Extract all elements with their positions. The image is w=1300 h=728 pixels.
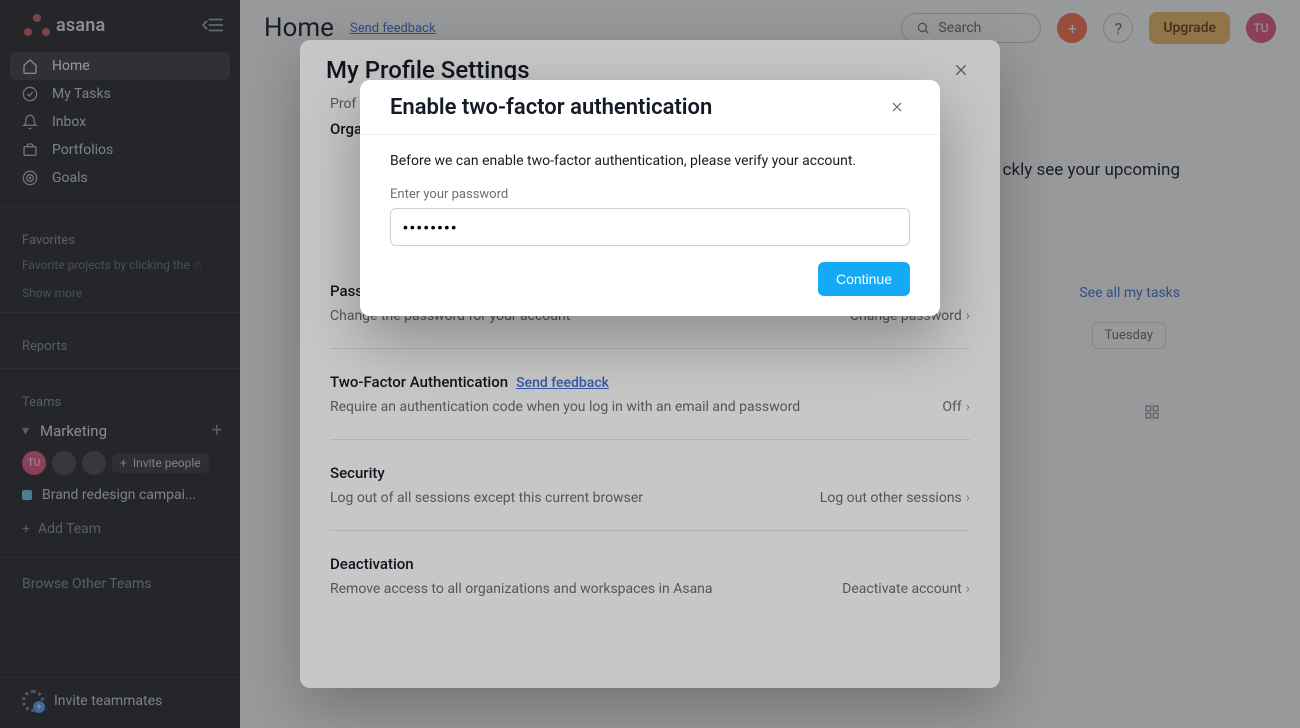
deactivation-desc: Remove access to all organizations and w… xyxy=(330,581,713,597)
chevron-right-icon: › xyxy=(966,581,970,597)
password-field-label: Enter your password xyxy=(390,187,910,202)
dialog-title: Enable two-factor authentication xyxy=(390,95,712,120)
chevron-right-icon: › xyxy=(966,399,970,415)
password-input[interactable] xyxy=(390,208,910,246)
enable-2fa-dialog: Enable two-factor authentication Before … xyxy=(360,80,940,316)
chevron-right-icon: › xyxy=(966,490,970,506)
tfa-heading: Two-Factor AuthenticationSend feedback xyxy=(330,373,970,391)
close-icon xyxy=(890,100,904,114)
tfa-toggle-link[interactable]: Off› xyxy=(942,399,970,415)
logout-sessions-link[interactable]: Log out other sessions› xyxy=(820,490,970,506)
close-icon xyxy=(953,62,969,78)
tfa-send-feedback-link[interactable]: Send feedback xyxy=(516,375,609,391)
deactivation-heading: Deactivation xyxy=(330,555,970,573)
close-settings-button[interactable] xyxy=(948,57,974,83)
chevron-right-icon: › xyxy=(966,308,970,324)
security-desc: Log out of all sessions except this curr… xyxy=(330,490,643,506)
dialog-body-text: Before we can enable two-factor authenti… xyxy=(390,153,910,169)
tfa-desc: Require an authentication code when you … xyxy=(330,399,800,415)
deactivate-account-link[interactable]: Deactivate account› xyxy=(842,581,970,597)
security-heading: Security xyxy=(330,464,970,482)
close-dialog-button[interactable] xyxy=(884,94,910,120)
continue-button[interactable]: Continue xyxy=(818,262,910,296)
